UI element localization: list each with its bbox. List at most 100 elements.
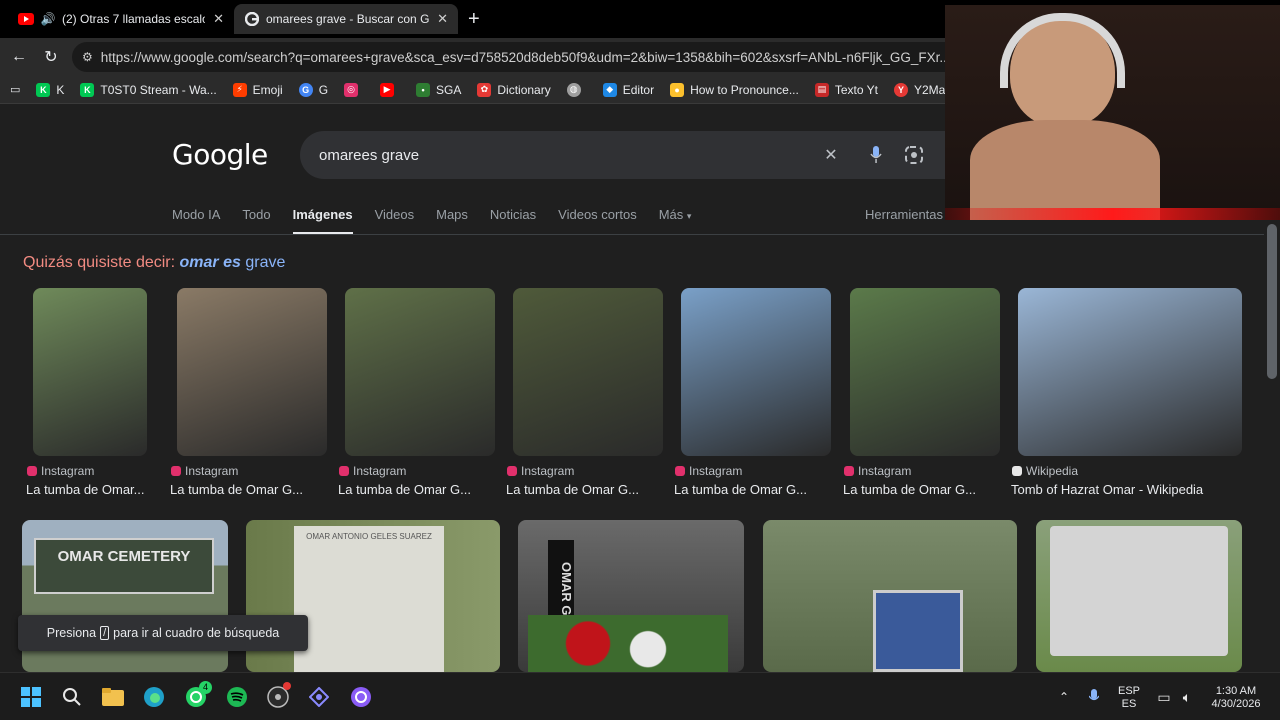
tab-modo-ia[interactable]: Modo IA — [172, 207, 220, 235]
image-source[interactable]: Instagram — [675, 464, 742, 478]
bookmark-google[interactable]: GG — [298, 82, 328, 97]
bookmark-k[interactable]: KK — [36, 82, 64, 97]
image-caption[interactable]: La tumba de Omar G... — [338, 482, 498, 497]
clock[interactable]: 1:30 AM 4/30/2026 — [1206, 685, 1266, 711]
webcam-glow — [945, 208, 1280, 220]
tab-videos-cortos[interactable]: Videos cortos — [558, 207, 637, 235]
search-box[interactable]: omarees grave — [300, 131, 1000, 179]
bookmarks-menu-icon[interactable]: ▭ — [10, 83, 20, 96]
divider — [0, 234, 1264, 235]
tab-title: (2) Otras 7 llamadas escalofria — [62, 12, 205, 26]
taskbar: 4 ⌃ ESP ES ▭ 🔈︎ 1:30 AM 4/30/2026 — [0, 672, 1280, 720]
whatsapp-icon[interactable]: 4 — [184, 681, 212, 709]
notification-badge: 4 — [199, 681, 212, 694]
file-explorer-icon[interactable] — [101, 685, 125, 709]
image-source[interactable]: Instagram — [507, 464, 574, 478]
close-tab-icon[interactable]: ✕ — [213, 11, 224, 27]
tab-videos[interactable]: Videos — [375, 207, 415, 235]
microphone-icon[interactable] — [1082, 685, 1106, 709]
bookmark-emoji[interactable]: ⚡ Emoji — [232, 82, 283, 97]
app-icon[interactable] — [307, 685, 331, 709]
youtube-icon — [18, 11, 34, 27]
site-info-icon[interactable]: ⚙ — [82, 50, 93, 64]
search-input[interactable]: omarees grave — [319, 147, 419, 164]
image-result[interactable]: OMAR GELES — [518, 520, 744, 672]
bookmark-globe[interactable]: ◍ — [566, 82, 587, 97]
bookmark-tosto-stream[interactable]: K T0ST0 Stream - Wa... — [80, 82, 217, 97]
tools-button[interactable]: Herramientas — [865, 207, 943, 222]
bookmark-dictionary[interactable]: ✿ Dictionary — [477, 82, 551, 97]
image-caption[interactable]: La tumba de Omar G... — [170, 482, 330, 497]
new-tab-button[interactable]: + — [468, 8, 480, 31]
image-result[interactable] — [33, 288, 147, 456]
image-source[interactable]: Instagram — [171, 464, 238, 478]
tab-imagenes[interactable]: Imágenes — [292, 207, 353, 235]
webcam-overlay — [945, 5, 1280, 220]
slash-key: / — [100, 626, 110, 640]
bookmark-texto-yt[interactable]: ▤ Texto Yt — [814, 82, 878, 97]
google-logo[interactable]: Google — [172, 138, 268, 171]
tab-maps[interactable]: Maps — [436, 207, 468, 235]
speaker-icon[interactable]: 🔊 — [40, 11, 56, 27]
tab-youtube[interactable]: 🔊 (2) Otras 7 llamadas escalofria ✕ — [8, 4, 234, 34]
network-icon[interactable]: ▭ — [1152, 685, 1176, 709]
tab-title: omarees grave - Buscar con Googl — [266, 12, 430, 26]
back-icon[interactable]: ← — [8, 46, 30, 68]
chevron-up-icon[interactable]: ⌃ — [1052, 685, 1076, 709]
image-result[interactable] — [1036, 520, 1242, 672]
chevron-down-icon: ▾ — [686, 211, 692, 221]
tab-google-search[interactable]: omarees grave - Buscar con Googl ✕ — [234, 4, 458, 34]
grave-plaque: OMAR ANTONIO GELES SUAREZ — [294, 526, 444, 672]
image-source[interactable]: Instagram — [844, 464, 911, 478]
image-caption[interactable]: La tumba de Omar... — [26, 482, 166, 497]
tab-noticias[interactable]: Noticias — [490, 207, 536, 235]
cemetery-sign: OMAR CEMETERY — [34, 538, 214, 594]
bookmark-y2mate[interactable]: Y Y2Ma — [893, 82, 945, 97]
close-tab-icon[interactable]: ✕ — [437, 11, 448, 27]
image-caption[interactable]: La tumba de Omar G... — [506, 482, 666, 497]
image-result[interactable] — [345, 288, 495, 456]
image-result[interactable] — [763, 520, 1017, 672]
wikipedia-icon — [1012, 466, 1022, 476]
image-caption[interactable]: Tomb of Hazrat Omar - Wikipedia — [1011, 482, 1245, 497]
image-caption[interactable]: La tumba de Omar G... — [674, 482, 834, 497]
image-result[interactable] — [850, 288, 1000, 456]
address-bar[interactable]: ⚙ https://www.google.com/search?q=omaree… — [72, 42, 1072, 72]
scrollbar-thumb[interactable] — [1267, 224, 1277, 379]
image-result[interactable] — [681, 288, 831, 456]
suggestion-link[interactable]: omar es grave — [180, 254, 286, 271]
keyboard-shortcut-toast: Presiona / para ir al cuadro de búsqueda — [18, 615, 308, 651]
image-source[interactable]: Instagram — [27, 464, 94, 478]
image-caption[interactable]: La tumba de Omar G... — [843, 482, 1003, 497]
volume-icon[interactable]: 🔈︎ — [1175, 685, 1199, 709]
search-icon[interactable] — [60, 685, 84, 709]
instagram-icon — [507, 466, 517, 476]
chatgpt-icon[interactable] — [349, 685, 373, 709]
tab-mas[interactable]: Más ▾ — [659, 207, 692, 235]
bookmark-editor[interactable]: ◆ Editor — [602, 82, 654, 97]
image-result[interactable] — [177, 288, 327, 456]
bookmark-sga[interactable]: • SGA — [416, 82, 461, 97]
language-indicator[interactable]: ESP ES — [1118, 685, 1140, 711]
image-source[interactable]: Wikipedia — [1012, 464, 1078, 478]
bookmark-youtube[interactable]: ▶ — [380, 82, 400, 97]
windows-start-icon[interactable] — [19, 685, 43, 709]
obs-icon[interactable] — [266, 682, 291, 709]
recording-indicator — [283, 682, 291, 690]
image-source[interactable]: Instagram — [339, 464, 406, 478]
headset — [1000, 13, 1125, 88]
spotify-icon[interactable] — [225, 685, 249, 709]
clear-search-icon[interactable]: ✕ — [821, 145, 841, 165]
lens-icon[interactable] — [904, 145, 924, 165]
image-result[interactable] — [1018, 288, 1242, 456]
bookmark-how-to-pronounce[interactable]: ● How to Pronounce... — [670, 82, 799, 97]
suggestion-prefix: Quizás quisiste decir: — [23, 254, 176, 271]
bookmark-instagram[interactable]: ◎ — [344, 82, 364, 97]
instagram-icon — [844, 466, 854, 476]
microphone-icon[interactable] — [866, 145, 886, 165]
edge-icon[interactable] — [142, 685, 166, 709]
shoulders — [970, 120, 1160, 220]
reload-icon[interactable]: ↻ — [40, 46, 62, 68]
tab-todo[interactable]: Todo — [242, 207, 270, 235]
image-result[interactable] — [513, 288, 663, 456]
